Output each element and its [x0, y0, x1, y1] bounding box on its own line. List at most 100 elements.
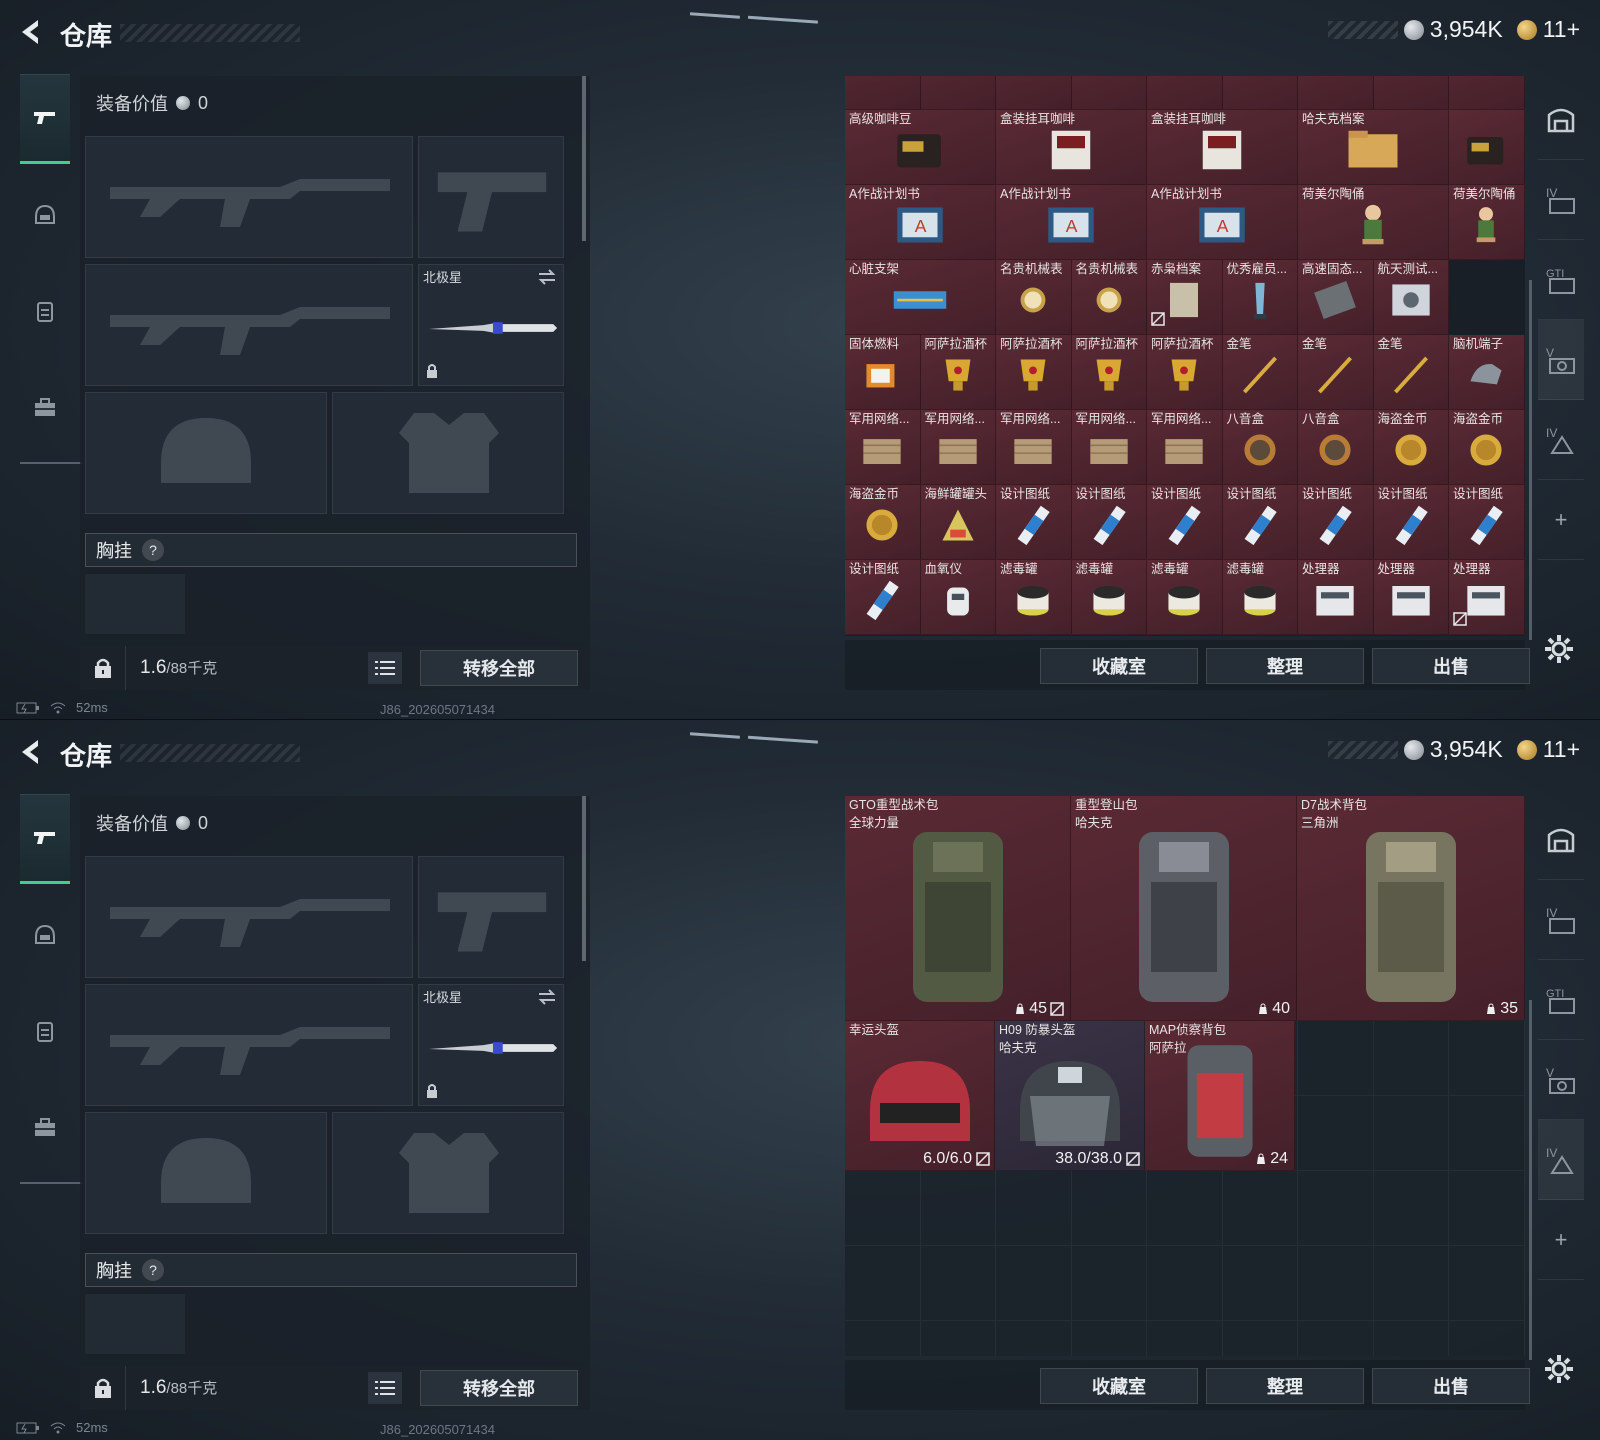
stash-tab-3[interactable]: GTI: [1538, 960, 1584, 1040]
nav-backpack[interactable]: [20, 986, 70, 1076]
stash-item[interactable]: 滤毒罐: [1147, 560, 1223, 635]
stash-item-partial[interactable]: [1071, 76, 1147, 110]
transfer-all-button[interactable]: 转移全部: [420, 1370, 578, 1406]
settings-gear-icon[interactable]: [1542, 632, 1576, 666]
add-stash-tab-button[interactable]: +: [1538, 480, 1584, 560]
sell-button[interactable]: 出售: [1372, 648, 1530, 684]
collection-room-button[interactable]: 收藏室: [1040, 648, 1198, 684]
stash-item[interactable]: 设计图纸: [1298, 485, 1374, 560]
stash-gear-item[interactable]: H09 防暴头盔 哈夫克 38.0/38.0: [995, 1021, 1145, 1171]
stash-gear-item[interactable]: 重型登山包 哈夫克 40: [1071, 796, 1297, 1021]
lock-button[interactable]: [80, 646, 126, 690]
collection-room-button[interactable]: 收藏室: [1040, 1368, 1198, 1404]
stash-tab-5[interactable]: IV: [1538, 1120, 1584, 1200]
stash-item-partial[interactable]: [845, 76, 921, 110]
nav-armor[interactable]: [20, 890, 70, 980]
stash-item[interactable]: 血氧仪: [920, 560, 996, 635]
stash-item[interactable]: 八音盒: [1222, 410, 1298, 485]
organize-button[interactable]: 整理: [1206, 648, 1364, 684]
armor-slot[interactable]: [332, 1112, 564, 1234]
loadout-scrollbar[interactable]: [582, 796, 586, 961]
stash-item[interactable]: 金笔: [1222, 335, 1298, 410]
list-view-button[interactable]: [368, 652, 402, 684]
stash-item[interactable]: 固体燃料: [845, 335, 921, 410]
stash-item[interactable]: 海盗金币: [1449, 410, 1525, 485]
stash-gear-item[interactable]: D7战术背包 三角洲 35: [1297, 796, 1525, 1021]
stash-item[interactable]: 阿萨拉酒杯: [1147, 335, 1223, 410]
helmet-slot[interactable]: [85, 392, 327, 514]
stash-item[interactable]: 高速固态...: [1298, 260, 1374, 335]
stash-item-partial[interactable]: [1298, 76, 1374, 110]
swap-icon[interactable]: [537, 989, 557, 1005]
stash-item-partial[interactable]: [920, 76, 996, 110]
stash-item[interactable]: 军用网络...: [1071, 410, 1147, 485]
stash-item[interactable]: 哈夫克档案: [1298, 110, 1449, 185]
sell-button[interactable]: 出售: [1372, 1368, 1530, 1404]
stash-item[interactable]: 设计图纸: [845, 560, 921, 635]
stash-item[interactable]: 滤毒罐: [1071, 560, 1147, 635]
stash-item[interactable]: 盒装挂耳咖啡: [1147, 110, 1298, 185]
list-view-button[interactable]: [368, 1372, 402, 1404]
nav-weapons[interactable]: [20, 794, 70, 884]
stash-item[interactable]: 航天测试...: [1373, 260, 1449, 335]
chest-rig-bar[interactable]: 胸挂 ?: [85, 533, 577, 567]
primary-weapon-slot[interactable]: [85, 136, 413, 258]
stash-item[interactable]: 处理器: [1298, 560, 1374, 635]
stash-item[interactable]: A作战计划书 A: [1147, 185, 1298, 260]
nav-toolbox[interactable]: [20, 362, 70, 452]
loadout-scrollbar[interactable]: [582, 76, 586, 241]
stash-item[interactable]: 荷美尔陶俑: [1449, 185, 1525, 260]
stash-item[interactable]: 设计图纸: [1071, 485, 1147, 560]
back-button[interactable]: [16, 736, 44, 768]
stash-item[interactable]: 阿萨拉酒杯: [1071, 335, 1147, 410]
armor-slot[interactable]: [332, 392, 564, 514]
stash-item[interactable]: 军用网络...: [845, 410, 921, 485]
stash-gear-item[interactable]: GTO重型战术包 全球力量 45: [845, 796, 1071, 1021]
primary-weapon-slot[interactable]: [85, 856, 413, 978]
stash-item[interactable]: 优秀雇员...: [1222, 260, 1298, 335]
stash-item[interactable]: A作战计划书 A: [996, 185, 1147, 260]
stash-item-partial[interactable]: [1373, 76, 1449, 110]
stash-item-partial[interactable]: [1222, 76, 1298, 110]
stash-item[interactable]: 军用网络...: [920, 410, 996, 485]
stash-item[interactable]: 脑机端子: [1449, 335, 1525, 410]
transfer-all-button[interactable]: 转移全部: [420, 650, 578, 686]
melee-slot[interactable]: 北极星: [418, 264, 564, 386]
stash-item[interactable]: 荷美尔陶俑: [1298, 185, 1449, 260]
stash-item[interactable]: 海盗金币: [1373, 410, 1449, 485]
stash-item[interactable]: 设计图纸: [1147, 485, 1223, 560]
stash-item[interactable]: 设计图纸: [1222, 485, 1298, 560]
stash-item[interactable]: 名贵机械表: [1071, 260, 1147, 335]
pistol-slot[interactable]: [418, 856, 564, 978]
stash-item[interactable]: 高级咖啡豆: [845, 110, 996, 185]
helmet-slot[interactable]: [85, 1112, 327, 1234]
stash-item[interactable]: 金笔: [1298, 335, 1374, 410]
settings-gear-icon[interactable]: [1542, 1352, 1576, 1386]
stash-gear-item[interactable]: 幸运头盔 6.0/6.0: [845, 1021, 995, 1171]
stash-item-partial[interactable]: [996, 76, 1072, 110]
back-button[interactable]: [16, 16, 44, 48]
chest-rig-slot[interactable]: [85, 1294, 185, 1354]
organize-button[interactable]: 整理: [1206, 1368, 1364, 1404]
melee-slot[interactable]: 北极星: [418, 984, 564, 1106]
pistol-slot[interactable]: [418, 136, 564, 258]
help-icon[interactable]: ?: [142, 539, 164, 561]
stash-item[interactable]: 阿萨拉酒杯: [996, 335, 1072, 410]
stash-item[interactable]: 处理器: [1373, 560, 1449, 635]
stash-tab-3[interactable]: GTI: [1538, 240, 1584, 320]
stash-item[interactable]: 军用网络...: [996, 410, 1072, 485]
stash-item[interactable]: 滤毒罐: [996, 560, 1072, 635]
stash-gear-item[interactable]: MAP侦察背包 阿萨拉 24: [1145, 1021, 1295, 1171]
stash-item[interactable]: 设计图纸: [1449, 485, 1525, 560]
add-stash-tab-button[interactable]: +: [1538, 1200, 1584, 1280]
stash-item[interactable]: 海盗金币: [845, 485, 921, 560]
stash-item[interactable]: 名贵机械表: [996, 260, 1072, 335]
stash-item-partial[interactable]: [1449, 76, 1525, 110]
stash-item[interactable]: 设计图纸: [996, 485, 1072, 560]
stash-item[interactable]: 滤毒罐: [1222, 560, 1298, 635]
stash-item[interactable]: 设计图纸: [1373, 485, 1449, 560]
stash-scrollbar[interactable]: [1529, 280, 1532, 640]
nav-backpack[interactable]: [20, 266, 70, 356]
stash-tab-4[interactable]: V: [1538, 1040, 1584, 1120]
stash-item[interactable]: 盒装挂耳咖啡: [996, 110, 1147, 185]
